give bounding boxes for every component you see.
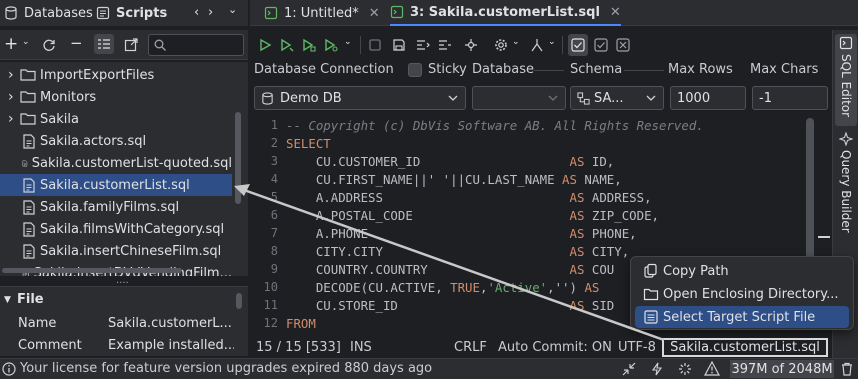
pointer-arrow-line: [243, 188, 665, 342]
pointer-arrow-overlay: [234, 184, 665, 342]
